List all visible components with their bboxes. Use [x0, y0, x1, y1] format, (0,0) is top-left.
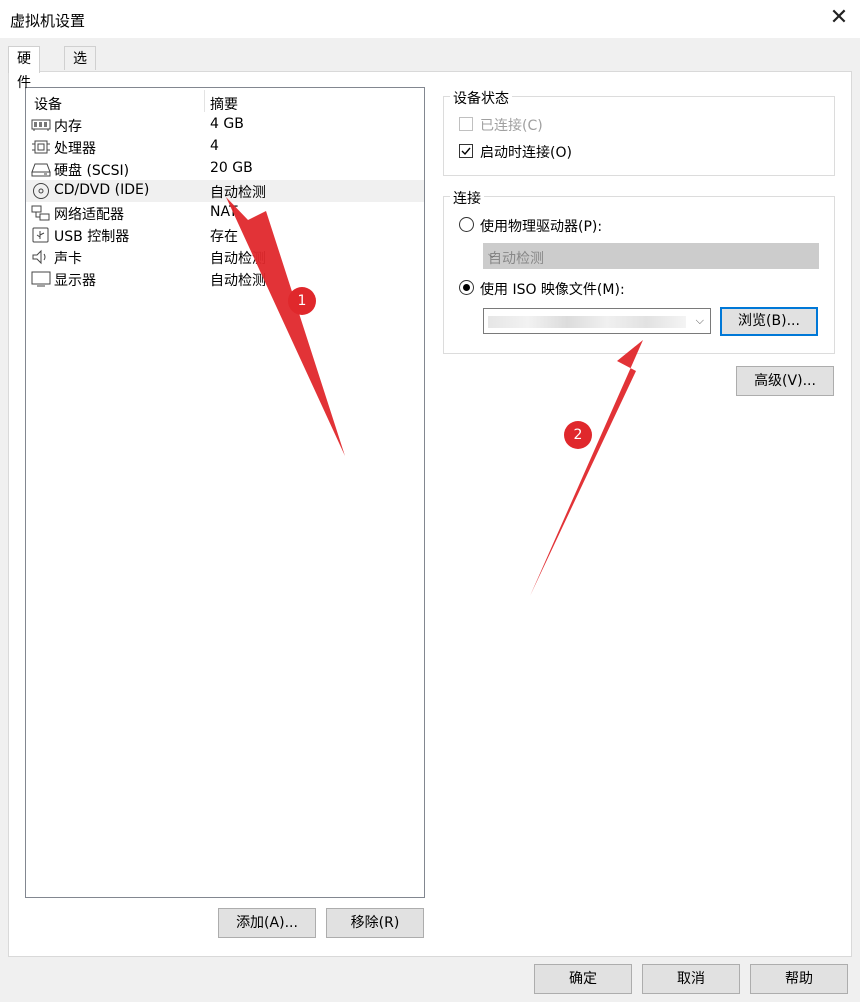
tab-hardware[interactable]: 硬件 [8, 46, 40, 91]
arrow-1-icon [226, 197, 345, 456]
annotation-badge-1: 1 [288, 287, 316, 315]
arrow-2-icon [530, 340, 643, 596]
annotation-badge-2: 2 [564, 421, 592, 449]
annotation-overlay [226, 197, 643, 596]
